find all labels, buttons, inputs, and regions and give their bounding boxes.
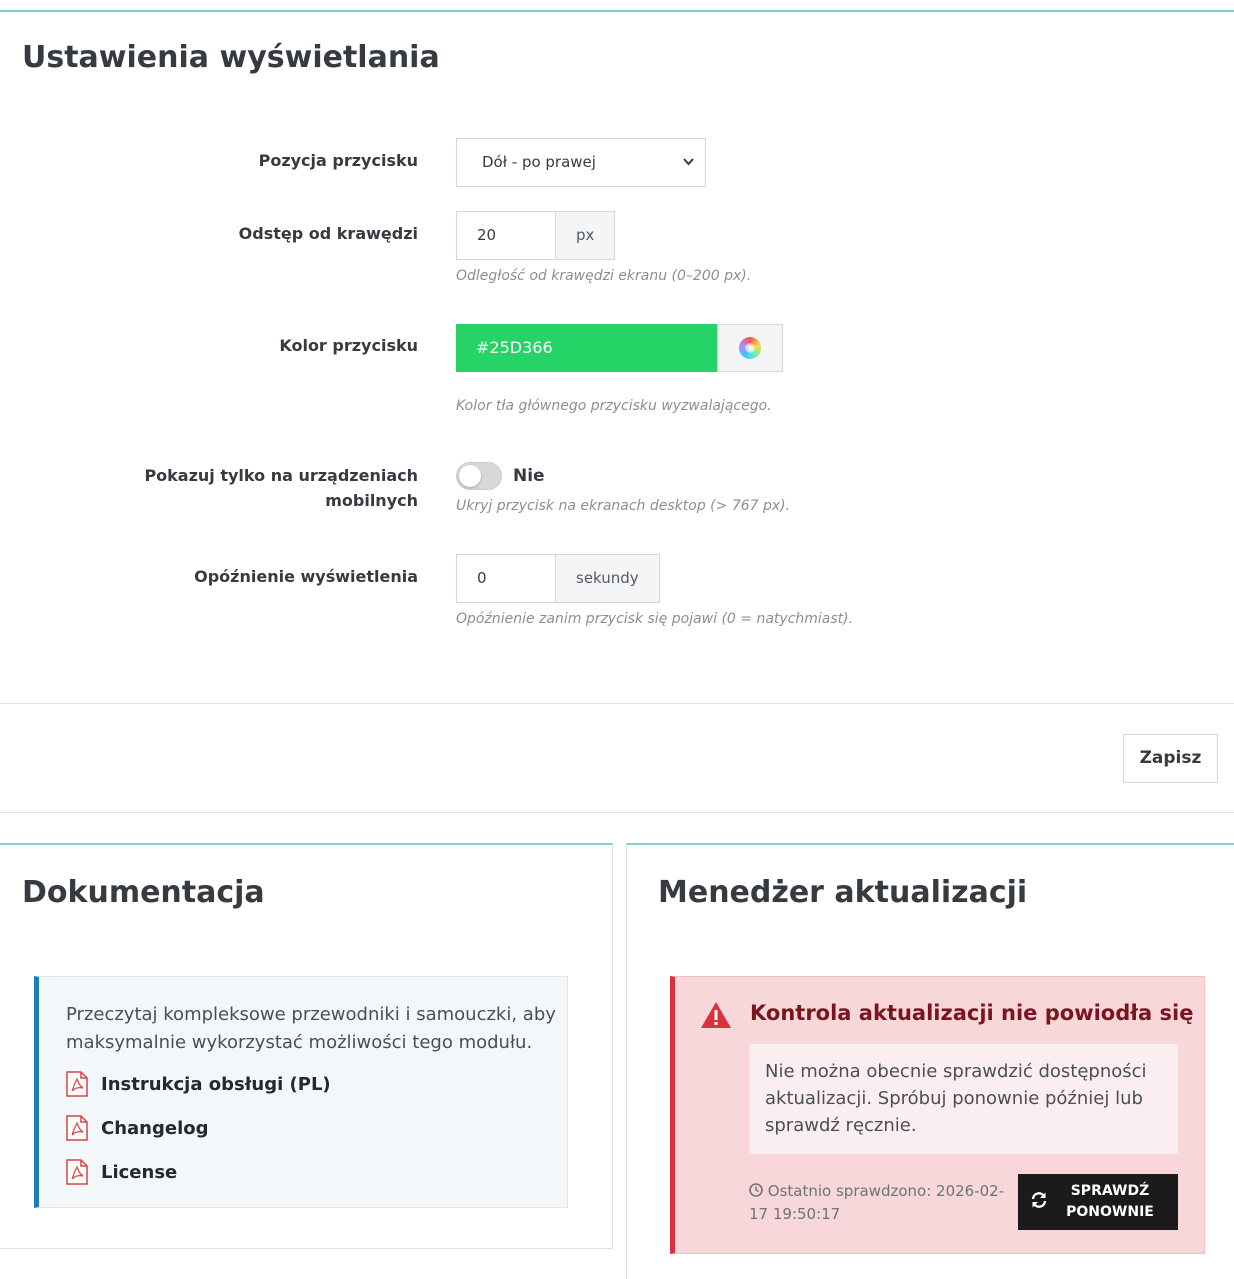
delay-input[interactable]: 0 [456, 554, 556, 603]
offset-unit: px [556, 211, 616, 260]
doc-link-changelog[interactable]: Changelog [66, 1115, 209, 1141]
last-checked-label: Ostatnio sprawdzono: [767, 1182, 932, 1200]
delay-label: Opóźnienie wyświetlenia [194, 567, 418, 586]
pdf-file-icon [66, 1071, 88, 1097]
color-label: Kolor przycisku [279, 336, 418, 355]
doc-link-label: Changelog [101, 1117, 209, 1139]
offset-input-group: 20 px [456, 211, 616, 260]
check-again-label-line1: SPRAWDŹ [1070, 1183, 1150, 1199]
save-button[interactable]: Zapisz [1123, 734, 1218, 783]
delay-help: Opóźnienie zanim przycisk się pojawi (0 … [456, 611, 854, 627]
mobile-only-state: Nie [513, 466, 545, 486]
color-help: Kolor tła głównego przycisku wyzwalające… [456, 398, 772, 414]
documentation-info-box: Przeczytaj kompleksowe przewodniki i sam… [34, 976, 568, 1208]
panel-footer-divider [0, 703, 1234, 704]
documentation-panel: Dokumentacja Przeczytaj kompleksowe prze… [0, 843, 613, 1249]
color-wheel-icon [739, 337, 761, 359]
pdf-file-icon [66, 1159, 88, 1185]
panel-footer-divider-bottom [0, 812, 1234, 813]
offset-input[interactable]: 20 [456, 211, 556, 260]
last-checked: Ostatnio sprawdzono: 2026-02-17 19:50:17 [749, 1180, 1009, 1226]
delay-input-group: 0 sekundy [456, 554, 660, 603]
mobile-only-label-line1: Pokazuj tylko na urządzeniach [144, 466, 418, 485]
mobile-only-toggle[interactable] [456, 462, 502, 490]
panel-title: Ustawienia wyświetlania [22, 40, 440, 75]
position-label: Pozycja przycisku [258, 151, 418, 170]
toggle-knob [459, 465, 481, 487]
update-manager-title: Menedżer aktualizacji [658, 875, 1028, 910]
doc-link-label: Instrukcja obsługi (PL) [101, 1073, 331, 1095]
position-select-value: Dół - po prawej [482, 153, 596, 171]
documentation-title: Dokumentacja [22, 875, 265, 910]
doc-link-manual[interactable]: Instrukcja obsługi (PL) [66, 1071, 331, 1097]
doc-link-label: License [101, 1161, 178, 1183]
alert-title: Kontrola aktualizacji nie powiodła się [750, 1001, 1194, 1025]
position-select[interactable]: Dół - po prawej [456, 138, 706, 187]
refresh-icon [1018, 1191, 1060, 1214]
update-manager-panel: Menedżer aktualizacji Kontrola aktualiza… [626, 843, 1234, 1279]
check-again-label: SPRAWDŹ PONOWNIE [1060, 1181, 1160, 1223]
delay-unit: sekundy [556, 554, 660, 603]
chevron-down-icon [682, 139, 695, 206]
pdf-file-icon [66, 1115, 88, 1141]
mobile-only-label-line2: mobilnych [325, 491, 418, 510]
check-again-label-line2: PONOWNIE [1066, 1204, 1154, 1220]
warning-icon [701, 1002, 731, 1028]
offset-help: Odległość od krawędzi ekranu (0–200 px). [456, 268, 752, 284]
documentation-intro: Przeczytaj kompleksowe przewodniki i sam… [66, 1004, 556, 1053]
alert-message: Nie można obecnie sprawdzić dostępności … [749, 1044, 1178, 1154]
color-picker-button[interactable] [717, 324, 783, 372]
check-again-button[interactable]: SPRAWDŹ PONOWNIE [1018, 1174, 1178, 1230]
color-input[interactable]: #25D366 [456, 324, 718, 372]
mobile-only-help: Ukryj przycisk na ekranach desktop (> 76… [456, 498, 791, 514]
offset-label: Odstęp od krawędzi [238, 224, 418, 243]
doc-link-license[interactable]: License [66, 1159, 177, 1185]
update-error-alert: Kontrola aktualizacji nie powiodła się N… [670, 976, 1205, 1254]
clock-icon [749, 1183, 763, 1197]
